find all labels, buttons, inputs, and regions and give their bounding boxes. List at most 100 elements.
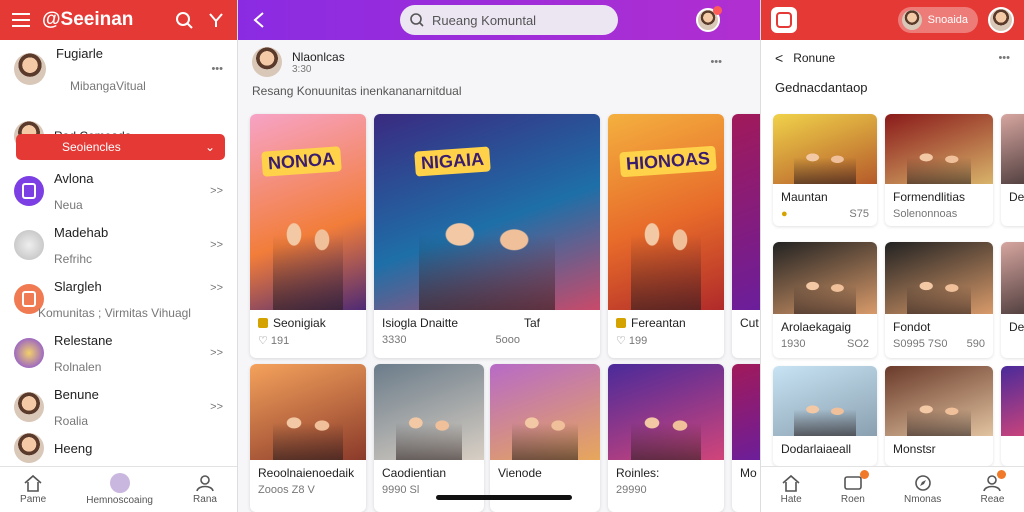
user-badge[interactable]: Snoaida (897, 7, 978, 33)
like-count: 29990 (616, 484, 647, 496)
more-icon[interactable]: ••• (710, 56, 722, 68)
left-top-bar: @Seeinan (0, 0, 237, 40)
card-image: NONOA (250, 114, 366, 311)
feed-card[interactable]: Vienode (490, 364, 600, 512)
bottom-nav-left: Pame Hemnoscoaing Rana (0, 466, 237, 512)
app-title: @Seeinan (42, 9, 134, 30)
nav-label: Rana (193, 494, 217, 505)
user-icon (196, 475, 214, 492)
bottom-nav-right: Hate Roen Nmonas Reae (761, 466, 1024, 512)
search-icon[interactable] (173, 9, 195, 31)
card-title: Reoolnaienoedaik (258, 466, 355, 480)
detail-card[interactable]: Deli (1001, 242, 1024, 358)
card-image (1001, 114, 1024, 184)
sidebar-item-active[interactable]: Rad Comoada Seoiencles ⌄ (0, 108, 237, 164)
avatar (14, 53, 46, 85)
card-value-secondary: 590 (966, 338, 985, 350)
back-label[interactable]: Ronune (793, 51, 988, 65)
card-title: Fondot (893, 320, 931, 334)
card-title: Dodarlaiaeall (781, 442, 852, 456)
detail-card[interactable]: Monstsr (885, 366, 993, 466)
sidebar-item-benune[interactable]: Benune Roalia >> (0, 380, 237, 434)
card-image (732, 364, 760, 460)
more-icon[interactable]: ••• (998, 52, 1010, 64)
card-title: Isiogla Dnaitte (382, 316, 459, 330)
sidebar-item-slargleh[interactable]: Slargleh Komunitas ; Virmitas Vihuagl >> (0, 272, 237, 326)
card-image (374, 364, 484, 460)
nav-messages[interactable]: Roen (840, 470, 869, 505)
nav-label: Hate (780, 494, 802, 505)
post-time: 3:30 (292, 63, 312, 75)
nav-community[interactable]: Hemnoscoaing (86, 473, 153, 506)
nav-home[interactable]: Hate (781, 474, 802, 505)
avatar (14, 392, 44, 422)
sidebar-item-sublabel: Refrihc (54, 251, 93, 266)
card-image (608, 364, 724, 460)
back-arrow-icon[interactable]: < (775, 50, 783, 66)
sidebar-item-relestane[interactable]: Relestane Rolnalen >> (0, 326, 237, 380)
search-input[interactable]: Rueang Komuntal (400, 5, 618, 35)
feed-card[interactable]: NIGAIA Isiogla Dnaitte Taf 3330 5ooo (374, 114, 600, 358)
profile-name: Fugiarle (56, 45, 103, 61)
detail-header: < Ronune ••• (761, 40, 1024, 76)
like-count: 199 (628, 335, 648, 347)
sidebar-item-avlona[interactable]: Avlona Neua >> (0, 164, 237, 218)
nav-profile[interactable]: Rana (193, 474, 217, 505)
card-value: Solenonnoas (893, 208, 958, 220)
detail-card[interactable]: Fondot S0995 7S0 590 (885, 242, 993, 358)
heart-icon[interactable]: ♡ 199 (616, 334, 647, 347)
nav-label: Pame (20, 494, 47, 505)
card-image (773, 366, 877, 436)
card-image: NIGAIA (374, 114, 600, 311)
feed-card[interactable]: Caodientian 9990 Sl (374, 364, 484, 512)
detail-card[interactable] (1001, 366, 1024, 466)
card-value: S75 (849, 208, 869, 220)
nav-label: Roen (840, 494, 865, 505)
chevron-right-icon: >> (210, 282, 223, 294)
card-image (885, 242, 993, 314)
heart-icon[interactable]: ♡ 191 (258, 334, 289, 347)
community-icon (109, 473, 130, 493)
nav-profile[interactable]: Reae (980, 470, 1007, 505)
avatar (14, 230, 44, 260)
sidebar-item-madehab[interactable]: Madehab Refrihc >> (0, 218, 237, 272)
card-title: Mo (740, 466, 757, 480)
sidebar-item-label: Slargleh (54, 278, 102, 294)
post-author[interactable]: Nlaonlcas (292, 50, 700, 64)
filter-icon[interactable] (205, 9, 227, 31)
nav-home[interactable]: Pame (20, 474, 46, 505)
profile-row[interactable]: Fugiarle MibangaVitual ••• (0, 40, 237, 98)
card-title-secondary: Taf (523, 316, 540, 330)
detail-card[interactable]: Arolaekagaig 1930 SO2 (773, 242, 877, 358)
feed-card[interactable]: Cut (732, 114, 760, 358)
like-count: 3330 (382, 334, 407, 346)
feed-card[interactable]: NONOA Seonigiak ♡ 191 (250, 114, 366, 358)
detail-card[interactable]: Dei (1001, 114, 1024, 226)
sidebar-item-label: Avlona (54, 170, 94, 186)
back-arrow-icon[interactable] (248, 9, 270, 31)
sidebar-item-heeng[interactable]: Heeng (0, 433, 237, 463)
detail-card[interactable]: Mauntan ● S75 (773, 114, 877, 226)
chevron-right-icon: >> (210, 185, 223, 197)
menu-icon[interactable] (10, 9, 32, 31)
more-icon[interactable]: ••• (211, 63, 223, 75)
active-item-bar[interactable]: Seoiencles ⌄ (16, 134, 225, 160)
profile-avatar[interactable] (988, 7, 1014, 33)
feed-card[interactable]: HIONOAS Fereantan ♡ 199 (608, 114, 724, 358)
card-title: Fereantan (631, 316, 686, 330)
badge-name: Snoaida (927, 14, 968, 26)
nav-explore[interactable]: Nmonas (904, 474, 941, 505)
author-avatar[interactable] (252, 47, 282, 77)
nav-label: Hemnoscoaing (86, 495, 153, 506)
feed-card[interactable]: Reoolnaienoedaik Zooos Z8 V (250, 364, 366, 512)
card-value-secondary: SO2 (846, 338, 869, 350)
app-logo-icon[interactable] (771, 7, 797, 33)
sign-text: NONOA (260, 146, 342, 177)
feed-card[interactable]: Roinles: 29990 (608, 364, 724, 512)
like-count: 9990 Sl (382, 484, 420, 496)
detail-card[interactable]: Dodarlaiaeall (773, 366, 877, 466)
sign-text: NIGAIA (413, 146, 491, 177)
feed-card[interactable]: Mo (732, 364, 760, 512)
detail-card[interactable]: Formendlitias Solenonnoas (885, 114, 993, 226)
chevron-right-icon: >> (210, 239, 223, 251)
